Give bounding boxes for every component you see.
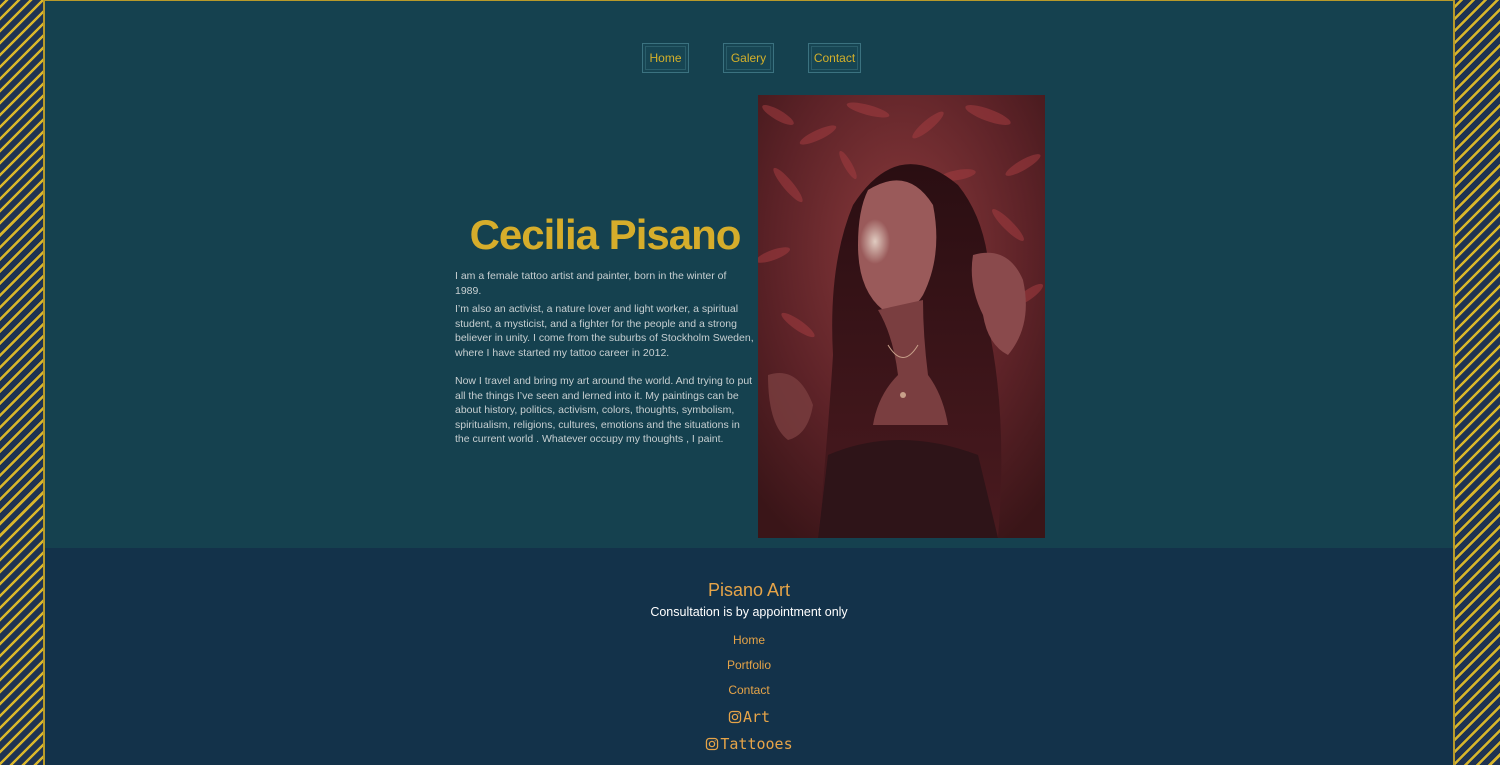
social-tattooes-label: Tattooes xyxy=(720,734,793,753)
bio: I am a female tattoo artist and painter,… xyxy=(455,269,755,447)
instagram-icon xyxy=(706,737,719,750)
footer-link-home[interactable]: Home xyxy=(45,628,1453,653)
nav-galery-button[interactable]: Galery xyxy=(723,43,774,73)
nav-contact-button[interactable]: Contact xyxy=(808,43,861,73)
social-art-link[interactable]: Art xyxy=(728,703,770,730)
footer-brand: Pisano Art xyxy=(707,580,791,600)
bio-paragraph: Now I travel and bring my art around the… xyxy=(455,375,753,445)
top-nav: Home Galery Contact xyxy=(45,43,1453,73)
instagram-icon xyxy=(728,710,742,723)
social-tattooes-link[interactable]: Tattooes xyxy=(705,730,793,757)
bio-paragraph: I’m also an activist, a nature lover and… xyxy=(455,303,754,359)
footer-note: Consultation is by appointment only xyxy=(650,605,848,619)
page-frame: Home Galery Contact Cecilia Pisano I am … xyxy=(43,0,1455,765)
bio-paragraph: I am a female tattoo artist and painter,… xyxy=(455,270,727,297)
footer: Pisano Art Consultation is by appointmen… xyxy=(45,548,1453,765)
footer-links: Home Portfolio Contact xyxy=(45,628,1453,703)
social-art-label: Art xyxy=(742,707,771,726)
portrait-photo xyxy=(758,95,1045,538)
intro-section: Cecilia Pisano I am a female tattoo arti… xyxy=(455,211,755,451)
footer-link-contact[interactable]: Contact xyxy=(45,678,1453,703)
nav-home-button[interactable]: Home xyxy=(642,43,689,73)
footer-link-portfolio[interactable]: Portfolio xyxy=(45,653,1453,678)
artist-name: Cecilia Pisano xyxy=(469,211,742,258)
